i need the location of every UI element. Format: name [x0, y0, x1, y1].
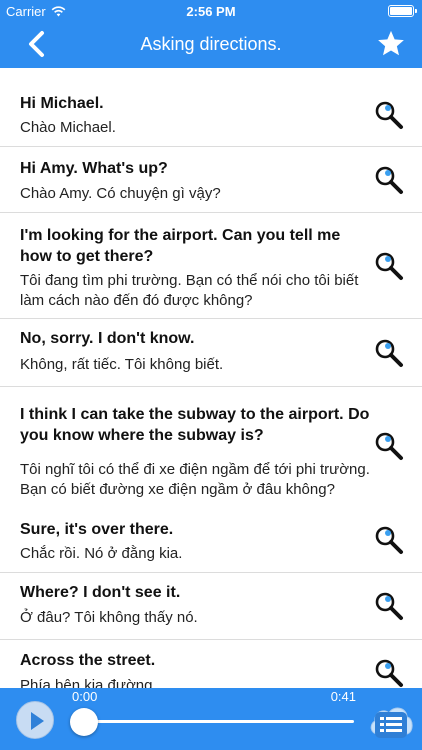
- phrase-english: Across the street.: [20, 652, 156, 669]
- magnifier-icon[interactable]: [374, 525, 404, 555]
- phrase-english: No, sorry. I don't know.: [20, 330, 195, 347]
- play-button[interactable]: [16, 701, 54, 739]
- magnifier-icon[interactable]: [374, 338, 404, 368]
- audio-player-bar: 0:00 0:41: [0, 688, 422, 750]
- playlist-list-icon[interactable]: [366, 696, 416, 744]
- phrase-row[interactable]: Sure, it's over there. Chắc rồi. Nó ở đằ…: [0, 515, 422, 573]
- status-bar: Carrier 2:56 PM: [0, 0, 422, 22]
- phrase-vietnamese: Ở đâu? Tôi không thấy nó.: [20, 609, 198, 626]
- phrase-english: I'm looking for the airport. Can you tel…: [20, 227, 341, 265]
- phrase-vietnamese: Tôi đang tìm phi trường. Bạn có thể nói …: [20, 272, 359, 309]
- phrase-row[interactable]: Across the street. Phía bên kia đường.: [0, 640, 422, 688]
- page-title: Asking directions.: [140, 34, 282, 54]
- battery-icon: [388, 5, 417, 17]
- magnifier-icon[interactable]: [374, 165, 404, 195]
- status-time: 2:56 PM: [186, 4, 236, 19]
- phrase-row[interactable]: I think I can take the subway to the air…: [0, 387, 422, 515]
- phrase-english: Sure, it's over there.: [20, 521, 174, 538]
- top-bar: Carrier 2:56 PM Asking directions.: [0, 0, 422, 68]
- favorite-star-icon[interactable]: [376, 29, 406, 59]
- magnifier-icon[interactable]: [374, 431, 404, 461]
- progress-slider-knob[interactable]: [70, 708, 98, 736]
- phrase-row[interactable]: I'm looking for the airport. Can you tel…: [0, 213, 422, 319]
- phrase-vietnamese: Phía bên kia đường.: [20, 677, 157, 688]
- magnifier-icon[interactable]: [374, 591, 404, 621]
- phrase-vietnamese: Tôi nghĩ tôi có thể đi xe điện ngầm để t…: [20, 461, 370, 498]
- progress-track[interactable]: [84, 720, 354, 723]
- phrase-vietnamese: Chào Amy. Có chuyện gì vậy?: [20, 185, 221, 202]
- current-time: 0:00: [72, 689, 98, 704]
- phrase-list: Hi Michael. Chào Michael. Hi Amy. What's…: [0, 68, 422, 688]
- phrase-english: I think I can take the subway to the air…: [20, 406, 370, 444]
- phrase-row[interactable]: Where? I don't see it. Ở đâu? Tôi không …: [0, 573, 422, 640]
- phrase-vietnamese: Không, rất tiếc. Tôi không biết.: [20, 356, 224, 373]
- magnifier-icon[interactable]: [374, 251, 404, 281]
- phrase-row[interactable]: Hi Amy. What's up? Chào Amy. Có chuyện g…: [0, 147, 422, 213]
- phrase-row[interactable]: No, sorry. I don't know. Không, rất tiếc…: [0, 319, 422, 387]
- total-time: 0:41: [330, 689, 356, 704]
- magnifier-icon[interactable]: [374, 100, 404, 130]
- phrase-english: Hi Amy. What's up?: [20, 160, 168, 177]
- phrase-row[interactable]: Hi Michael. Chào Michael.: [0, 68, 422, 147]
- phrase-vietnamese: Chắc rồi. Nó ở đằng kia.: [20, 545, 183, 562]
- phrase-vietnamese: Chào Michael.: [20, 119, 116, 136]
- magnifier-icon[interactable]: [374, 658, 404, 688]
- phrase-english: Hi Michael.: [20, 95, 104, 112]
- phrase-english: Where? I don't see it.: [20, 584, 181, 601]
- navigation-bar: Asking directions.: [0, 22, 422, 68]
